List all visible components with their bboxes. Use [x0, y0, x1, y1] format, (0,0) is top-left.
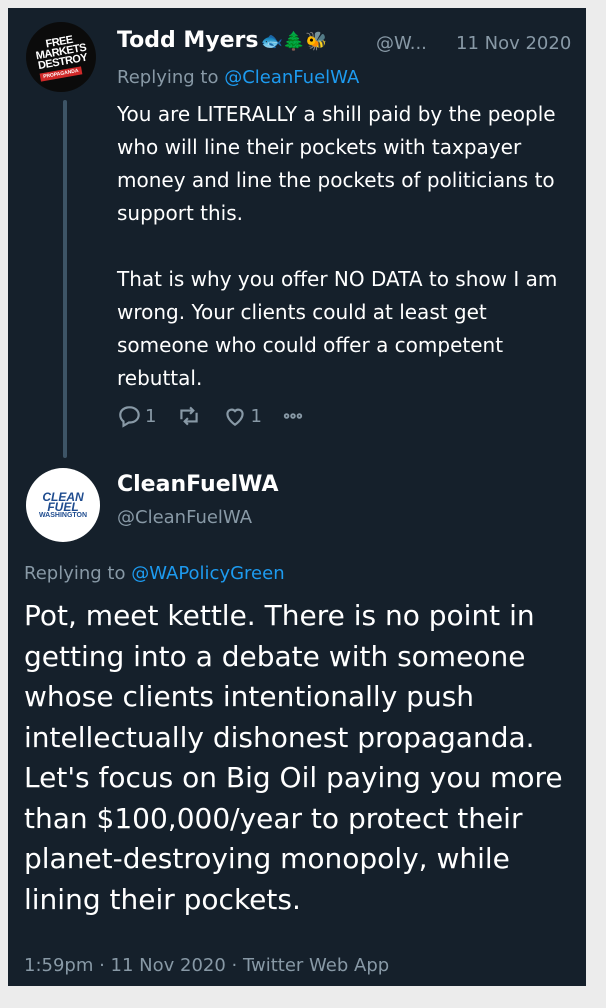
tweet-actions: 1 1: [117, 403, 324, 429]
tweet-date[interactable]: 11 Nov 2020: [456, 33, 571, 54]
reply-count: 1: [145, 405, 157, 427]
like-icon: [226, 408, 245, 426]
like-count: 1: [250, 405, 262, 427]
more-icon: [283, 413, 303, 419]
retweet-button[interactable]: [176, 403, 202, 429]
more-button[interactable]: [282, 405, 304, 427]
author-name[interactable]: Todd Myers 🐟🌲🐝: [117, 28, 328, 53]
replying-to-link[interactable]: @CleanFuelWA: [224, 67, 359, 88]
reply-button[interactable]: 1: [117, 403, 156, 429]
replying-to: Replying to @WAPolicyGreen: [24, 563, 285, 584]
reply-icon: [119, 406, 140, 428]
avatar-text: FREE MARKETS DESTROY: [34, 33, 89, 72]
name-emoji: 🐟🌲🐝: [260, 31, 328, 52]
retweet-icon: [180, 406, 199, 426]
tweet-timestamp[interactable]: 1:59pm · 11 Nov 2020 · Twitter Web App: [24, 955, 389, 976]
avatar-line1: CLEAN FUEL: [42, 489, 84, 514]
author-handle[interactable]: @W...: [376, 33, 427, 54]
author-handle[interactable]: @CleanFuelWA: [117, 507, 252, 528]
avatar-cleanfuelwa[interactable]: CLEAN FUEL WASHINGTON: [26, 468, 100, 542]
avatar-todd-myers[interactable]: FREE MARKETS DESTROY PROPAGANDA: [26, 22, 96, 92]
replying-to: Replying to @CleanFuelWA: [117, 67, 360, 88]
replying-to-link[interactable]: @WAPolicyGreen: [131, 563, 284, 584]
author-name[interactable]: CleanFuelWA: [117, 472, 278, 497]
tweet-thread: FREE MARKETS DESTROY PROPAGANDA Todd Mye…: [8, 8, 586, 986]
tweet-text: You are LITERALLY a shill paid by the pe…: [117, 98, 572, 395]
avatar-line2: WASHINGTON: [38, 511, 88, 519]
tweet-text: Pot, meet kettle. There is no point in g…: [24, 599, 563, 916]
like-button[interactable]: 1: [222, 403, 262, 429]
thread-connector: [63, 100, 67, 458]
tweet-paragraph: That is why you offer NO DATA to show I …: [117, 267, 558, 390]
tweet-paragraph: You are LITERALLY a shill paid by the pe…: [117, 102, 556, 225]
